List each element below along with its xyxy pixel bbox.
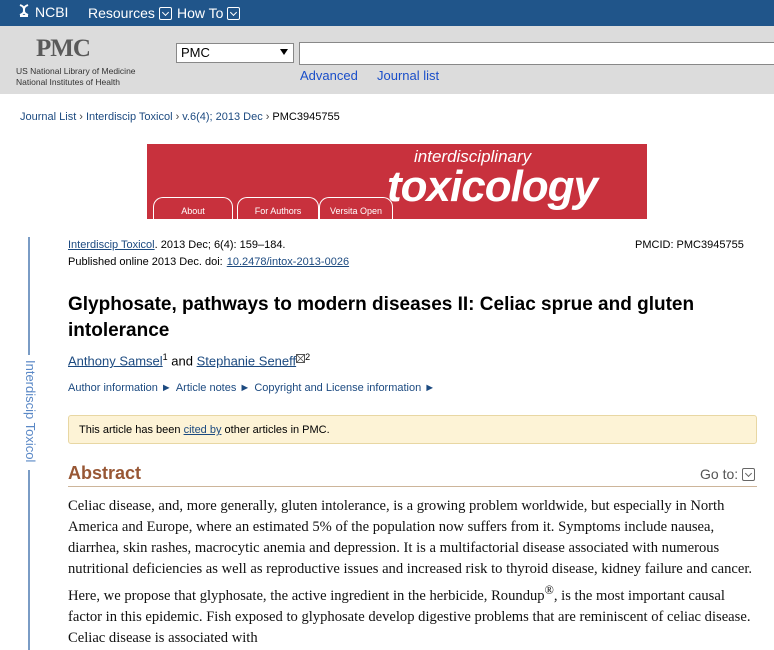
citation-line: Interdiscip Toxicol. 2013 Dec; 6(4): 159…: [68, 239, 286, 251]
breadcrumb: Journal List › Interdiscip Toxicol › v.6…: [20, 111, 340, 123]
resources-menu[interactable]: Resources: [88, 5, 172, 21]
author-conjunction: and: [167, 353, 197, 369]
goto-menu[interactable]: Go to:: [700, 466, 756, 482]
journal-banner: interdisciplinary toxicology About For A…: [147, 144, 647, 219]
article-notes-link[interactable]: Article notes ►: [176, 382, 250, 394]
sidebar-divider: [28, 470, 30, 650]
search-header: PMC US National Library of Medicine Nati…: [0, 26, 774, 94]
ncbi-logo[interactable]: NCBI: [16, 4, 68, 20]
sidebar-journal-label[interactable]: Interdiscip Toxicol: [23, 360, 38, 462]
breadcrumb-separator: ›: [175, 111, 180, 123]
ncbi-helix-icon: [19, 4, 29, 17]
pmcid: PMCID: PMC3945755: [635, 239, 744, 251]
banner-tab-for-authors[interactable]: For Authors: [237, 197, 319, 219]
database-value: PMC: [181, 45, 210, 60]
search-input[interactable]: [299, 42, 774, 65]
journal-list-link[interactable]: Journal list: [377, 68, 439, 83]
ncbi-logo-text: NCBI: [35, 4, 69, 20]
chevron-down-icon: [158, 6, 172, 20]
banner-title-large: toxicology: [387, 162, 598, 211]
breadcrumb-journal-list[interactable]: Journal List: [20, 111, 76, 123]
registered-mark: ®: [544, 583, 554, 597]
abstract-heading: Abstract: [68, 463, 142, 483]
howto-label: How To: [177, 5, 224, 21]
database-select[interactable]: PMC: [176, 43, 294, 63]
breadcrumb-separator: ›: [79, 111, 83, 123]
pmc-logo[interactable]: PMC: [36, 35, 91, 63]
email-icon[interactable]: [296, 354, 306, 363]
abstract-divider: [68, 486, 757, 487]
sidebar-divider: [28, 237, 30, 355]
banner-tab-about[interactable]: About: [153, 197, 233, 219]
breadcrumb-current: PMC3945755: [272, 111, 340, 123]
author-information-link[interactable]: Author information ►: [68, 382, 172, 394]
author-link[interactable]: Stephanie Seneff: [197, 353, 297, 368]
copyright-link[interactable]: Copyright and License information ►: [254, 382, 435, 394]
ncbi-top-bar: NCBI Resources How To: [0, 0, 774, 26]
breadcrumb-separator: ›: [265, 111, 270, 123]
dropdown-arrow-icon: [280, 49, 288, 55]
published-line: Published online 2013 Dec. doi: 10.2478/i…: [68, 256, 349, 268]
author-list: Anthony Samsel1 and Stephanie Seneff 2: [68, 352, 310, 368]
doi-link[interactable]: 10.2478/intox-2013-0026: [227, 256, 349, 268]
nlm-line1: US National Library of Medicine: [16, 66, 136, 76]
nlm-line2: National Institutes of Health: [16, 77, 120, 87]
article-info-links: Author information ► Article notes ► Cop…: [68, 382, 435, 394]
breadcrumb-journal[interactable]: Interdiscip Toxicol: [86, 111, 173, 123]
cited-text-after: other articles in PMC.: [221, 424, 330, 436]
chevron-down-icon: [742, 467, 756, 481]
abstract-text: Celiac disease, and, more generally, glu…: [68, 496, 758, 649]
citation-text: . 2013 Dec; 6(4): 159–184.: [154, 239, 286, 251]
resources-label: Resources: [88, 5, 155, 21]
cited-text-before: This article has been: [79, 424, 184, 436]
journal-link[interactable]: Interdiscip Toxicol: [68, 239, 155, 251]
advanced-search-link[interactable]: Advanced: [300, 68, 358, 83]
goto-label: Go to:: [700, 466, 739, 482]
cited-by-link[interactable]: cited by: [184, 424, 222, 436]
author-affiliation: 2: [305, 352, 311, 362]
article-title: Glyphosate, pathways to modern diseases …: [68, 294, 695, 341]
howto-menu[interactable]: How To: [177, 5, 241, 21]
chevron-down-icon: [227, 6, 241, 20]
author-link[interactable]: Anthony Samsel: [68, 353, 163, 368]
published-text: Published online 2013 Dec. doi:: [68, 256, 223, 268]
cited-by-notice: This article has been cited by other art…: [68, 415, 757, 444]
banner-tab-versita-open[interactable]: Versita Open: [319, 197, 393, 219]
breadcrumb-issue[interactable]: v.6(4); 2013 Dec: [182, 111, 263, 123]
